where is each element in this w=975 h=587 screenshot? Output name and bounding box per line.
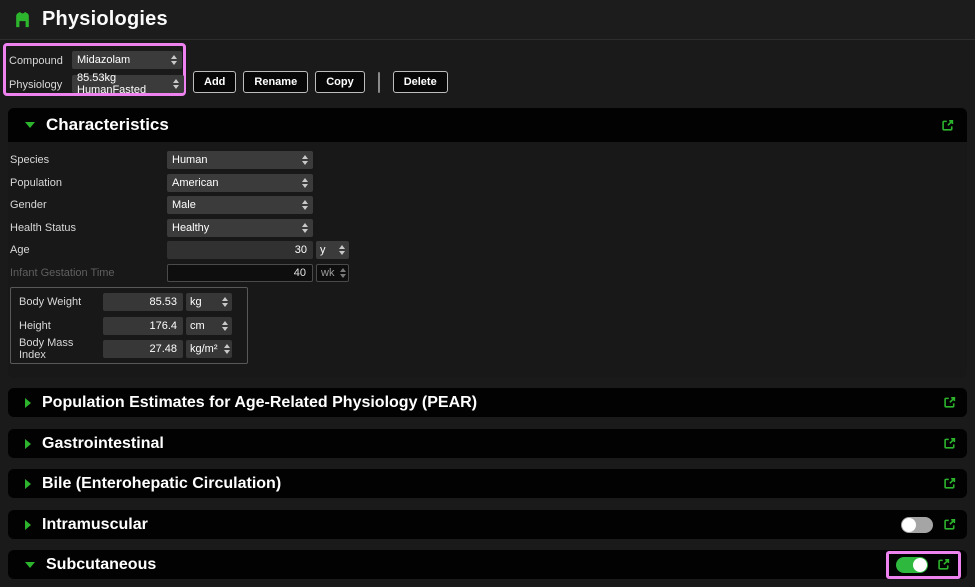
- section-bile-title: Bile (Enterohepatic Circulation): [42, 475, 281, 493]
- toggle-knob: [902, 518, 916, 532]
- caret-right-icon: [25, 479, 31, 489]
- body-weight-unit-value: kg: [190, 296, 202, 308]
- toolbar-buttons: Add Rename Copy Delete: [193, 71, 448, 93]
- age-unit-value: y: [320, 244, 326, 256]
- open-in-new-window-icon[interactable]: [942, 436, 957, 451]
- open-in-new-window-icon[interactable]: [942, 395, 957, 410]
- toolbar-divider: [378, 72, 380, 93]
- species-select-value: Human: [172, 154, 207, 166]
- section-pear[interactable]: Population Estimates for Age-Related Phy…: [8, 388, 967, 417]
- health-status-select[interactable]: Healthy: [167, 219, 313, 237]
- delete-button[interactable]: Delete: [393, 71, 448, 93]
- up-down-spinner-icon: [296, 155, 308, 165]
- add-button[interactable]: Add: [193, 71, 236, 93]
- app-header: Physiologies: [0, 0, 975, 40]
- up-down-spinner-icon: [333, 245, 345, 255]
- height-input[interactable]: 176.4: [103, 317, 183, 335]
- population-select[interactable]: American: [167, 174, 313, 192]
- characteristics-header[interactable]: Characteristics: [8, 108, 967, 142]
- body-mass-index-input[interactable]: 27.48: [103, 340, 183, 358]
- body-mass-index-unit-value: kg/m²: [190, 343, 218, 355]
- up-down-spinner-icon: [296, 178, 308, 188]
- open-in-new-window-icon[interactable]: [942, 476, 957, 491]
- caret-right-icon: [25, 398, 31, 408]
- page-title: Physiologies: [42, 8, 168, 31]
- physiologies-page: Physiologies Compound Midazolam Physiolo…: [0, 0, 975, 587]
- section-characteristics: Characteristics Species Human Population…: [8, 108, 967, 378]
- height-row: Height 176.4 cm: [19, 317, 239, 335]
- infant-gestation-unit-value: wk: [321, 267, 334, 279]
- species-label: Species: [10, 151, 49, 169]
- species-select[interactable]: Human: [167, 151, 313, 169]
- section-subcutaneous-title: Subcutaneous: [46, 556, 156, 574]
- health-status-select-value: Healthy: [172, 222, 209, 234]
- age-input[interactable]: 30: [167, 241, 313, 259]
- compound-select[interactable]: Midazolam: [72, 51, 182, 69]
- section-pear-title: Population Estimates for Age-Related Phy…: [42, 394, 477, 412]
- up-down-spinner-icon: [218, 344, 230, 354]
- health-status-label: Health Status: [10, 219, 76, 237]
- characteristics-body: Species Human Population American Gender…: [8, 142, 967, 378]
- section-intramuscular[interactable]: Intramuscular: [8, 510, 967, 539]
- age-label: Age: [10, 241, 30, 259]
- caret-down-icon: [25, 122, 35, 128]
- open-in-new-window-icon[interactable]: [942, 517, 957, 532]
- intramuscular-toggle-off[interactable]: [901, 517, 933, 533]
- physiology-label: Physiology: [9, 79, 62, 91]
- up-down-spinner-icon: [296, 223, 308, 233]
- caret-down-icon: [25, 562, 35, 568]
- caret-right-icon: [25, 520, 31, 530]
- highlight-box-subcutaneous-toggle: [886, 551, 961, 579]
- open-in-new-window-icon[interactable]: [936, 557, 951, 572]
- body-weight-label: Body Weight: [19, 296, 103, 308]
- infant-gestation-time-label: Infant Gestation Time: [10, 264, 115, 282]
- physiology-select[interactable]: 85.53kg HumanFasted: [72, 75, 184, 93]
- rename-button[interactable]: Rename: [243, 71, 308, 93]
- toggle-knob: [913, 558, 927, 572]
- copy-button[interactable]: Copy: [315, 71, 365, 93]
- height-unit-select[interactable]: cm: [186, 317, 232, 335]
- subcutaneous-toggle-on[interactable]: [896, 557, 928, 573]
- height-label: Height: [19, 320, 103, 332]
- height-unit-value: cm: [190, 320, 205, 332]
- section-intramuscular-title: Intramuscular: [42, 516, 148, 534]
- body-mass-index-label: Body Mass Index: [19, 337, 103, 361]
- up-down-spinner-icon: [296, 200, 308, 210]
- open-in-new-window-icon[interactable]: [940, 118, 955, 133]
- gender-label: Gender: [10, 196, 47, 214]
- body-weight-row: Body Weight 85.53 kg: [19, 293, 239, 311]
- infant-gestation-time-input: 40: [167, 264, 313, 282]
- body-metrics-group: Body Weight 85.53 kg Height 176.4 cm: [10, 287, 248, 364]
- characteristics-title: Characteristics: [46, 115, 169, 135]
- population-label: Population: [10, 174, 62, 192]
- compound-label: Compound: [9, 55, 63, 67]
- up-down-spinner-icon: [216, 321, 228, 331]
- up-down-spinner-icon: [216, 297, 228, 307]
- population-select-value: American: [172, 177, 218, 189]
- up-down-spinner-icon: [167, 79, 179, 89]
- section-bile[interactable]: Bile (Enterohepatic Circulation): [8, 469, 967, 498]
- infant-gestation-time-unit-select: wk: [316, 264, 349, 282]
- gender-select-value: Male: [172, 199, 196, 211]
- up-down-spinner-icon: [165, 55, 177, 65]
- section-subcutaneous[interactable]: Subcutaneous: [8, 550, 967, 579]
- caret-right-icon: [25, 439, 31, 449]
- body-weight-unit-select[interactable]: kg: [186, 293, 232, 311]
- gender-select[interactable]: Male: [167, 196, 313, 214]
- body-mass-index-unit-select[interactable]: kg/m²: [186, 340, 232, 358]
- up-down-spinner-icon: [334, 268, 346, 278]
- toolbar: Compound Midazolam Physiology 85.53kg Hu…: [0, 41, 975, 107]
- section-gastrointestinal[interactable]: Gastrointestinal: [8, 429, 967, 458]
- physiology-select-value: 85.53kg HumanFasted: [77, 72, 167, 96]
- physiology-torso-icon: [13, 10, 32, 29]
- body-mass-index-row: Body Mass Index 27.48 kg/m²: [19, 340, 239, 358]
- section-gastrointestinal-title: Gastrointestinal: [42, 435, 164, 453]
- body-weight-input[interactable]: 85.53: [103, 293, 183, 311]
- age-unit-select[interactable]: y: [316, 241, 349, 259]
- compound-select-value: Midazolam: [77, 54, 130, 66]
